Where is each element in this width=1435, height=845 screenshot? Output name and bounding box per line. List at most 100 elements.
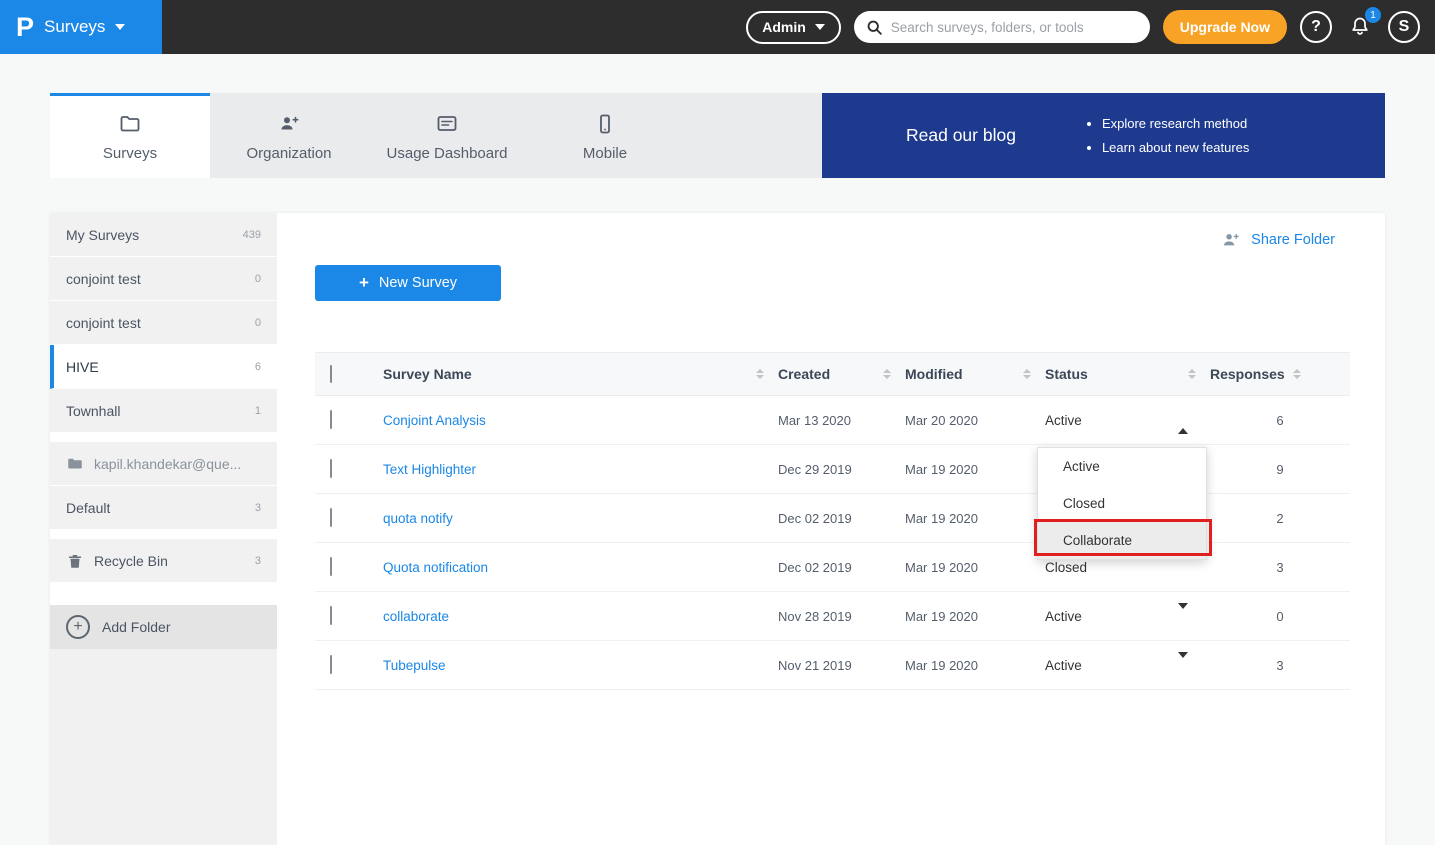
- chevron-down-icon: [815, 24, 825, 30]
- share-folder-button[interactable]: Share Folder: [1219, 229, 1335, 251]
- row-checkbox[interactable]: [330, 508, 332, 527]
- tab-label: Surveys: [103, 145, 157, 162]
- status-dropdown-toggle[interactable]: [1174, 605, 1192, 628]
- survey-name-link[interactable]: quota notify: [383, 511, 778, 526]
- help-button[interactable]: ?: [1300, 11, 1332, 43]
- new-survey-label: New Survey: [379, 275, 457, 291]
- add-folder-button[interactable]: + Add Folder: [50, 605, 277, 649]
- plus-circle-icon: +: [66, 615, 90, 639]
- survey-name-link[interactable]: Conjoint Analysis: [383, 413, 778, 428]
- status-dropdown-toggle[interactable]: [1174, 654, 1192, 677]
- sidebar-item-shared-folder[interactable]: kapil.khandekar@que...: [50, 442, 277, 486]
- sidebar-item-townhall[interactable]: Townhall 1: [50, 389, 277, 433]
- avatar-letter: S: [1399, 18, 1410, 36]
- row-checkbox[interactable]: [330, 459, 332, 478]
- header-status[interactable]: Status: [1045, 366, 1210, 382]
- row-checkbox[interactable]: [330, 655, 332, 674]
- row-checkbox[interactable]: [330, 557, 332, 576]
- created-date: Dec 02 2019: [778, 511, 905, 526]
- survey-list-panel: Share Folder + New Survey Survey Name Cr…: [277, 213, 1385, 845]
- sidebar-item-default[interactable]: Default 3: [50, 486, 277, 530]
- header-created[interactable]: Created: [778, 366, 905, 382]
- row-checkbox[interactable]: [330, 606, 332, 625]
- notification-badge: 1: [1365, 7, 1381, 23]
- header-label: Survey Name: [383, 366, 472, 382]
- notifications-button[interactable]: 1: [1345, 12, 1375, 42]
- sidebar-item-my-surveys[interactable]: My Surveys 439: [50, 213, 277, 257]
- status-option-closed[interactable]: Closed: [1038, 485, 1206, 522]
- tab-label: Usage Dashboard: [387, 145, 508, 162]
- share-folder-label: Share Folder: [1251, 232, 1335, 248]
- trash-icon: [66, 552, 84, 570]
- survey-name-link[interactable]: collaborate: [383, 609, 778, 624]
- header-survey-name[interactable]: Survey Name: [383, 366, 778, 382]
- surveys-table: Survey Name Created Modified Status Resp…: [315, 352, 1350, 690]
- banner-title: Read our blog: [906, 125, 1016, 146]
- folder-count: 6: [255, 361, 261, 373]
- folder-label: conjoint test: [66, 315, 141, 331]
- people-add-icon: [277, 112, 301, 136]
- table-row: Conjoint Analysis Mar 13 2020 Mar 20 202…: [315, 396, 1350, 445]
- sidebar-divider: [50, 583, 277, 605]
- sidebar-item-hive[interactable]: HIVE 6: [50, 345, 277, 389]
- status-value: Active: [1045, 658, 1082, 673]
- app-switcher[interactable]: P Surveys: [0, 0, 162, 54]
- status-value: Active: [1045, 413, 1082, 428]
- status-dropdown-menu: Active Closed Collaborate: [1037, 447, 1207, 560]
- header-responses[interactable]: Responses: [1210, 366, 1350, 382]
- sidebar-divider: [50, 433, 277, 442]
- responses-count: 9: [1210, 462, 1350, 477]
- blog-banner[interactable]: Read our blog Explore research method Le…: [822, 93, 1385, 178]
- responses-count: 6: [1210, 413, 1350, 428]
- status-option-collaborate[interactable]: Collaborate: [1038, 522, 1206, 559]
- sidebar-filler: [50, 649, 277, 845]
- row-checkbox[interactable]: [330, 410, 332, 429]
- add-folder-label: Add Folder: [102, 619, 170, 635]
- tab-label: Organization: [246, 145, 331, 162]
- search-input[interactable]: [891, 20, 1138, 35]
- tabs: Surveys Organization Usage Dashboard Mob…: [50, 93, 822, 178]
- status-value: Active: [1045, 609, 1082, 624]
- sort-icon: [1023, 369, 1031, 379]
- folder-count: 3: [255, 555, 261, 567]
- folder-count: 439: [243, 229, 261, 241]
- survey-name-link[interactable]: Text Highlighter: [383, 462, 778, 477]
- tab-surveys[interactable]: Surveys: [50, 93, 210, 178]
- upgrade-button[interactable]: Upgrade Now: [1163, 10, 1287, 44]
- user-avatar[interactable]: S: [1388, 11, 1420, 43]
- new-survey-button[interactable]: + New Survey: [315, 265, 501, 301]
- status-option-active[interactable]: Active: [1038, 448, 1206, 485]
- sidebar-item-recycle-bin[interactable]: Recycle Bin 3: [50, 539, 277, 583]
- header-label: Status: [1045, 366, 1088, 382]
- folder-label: HIVE: [66, 359, 99, 375]
- status-dropdown-toggle[interactable]: [1174, 409, 1192, 432]
- chevron-down-icon: [1178, 652, 1188, 673]
- folder-label: Default: [66, 500, 110, 516]
- folder-count: 1: [255, 405, 261, 417]
- tab-mobile[interactable]: Mobile: [526, 93, 684, 178]
- topbar: P Surveys Admin Upgrade Now ? 1 S: [0, 0, 1435, 54]
- tab-usage-dashboard[interactable]: Usage Dashboard: [368, 93, 526, 178]
- created-date: Mar 13 2020: [778, 413, 905, 428]
- survey-name-link[interactable]: Tubepulse: [383, 658, 778, 673]
- folder-label: Townhall: [66, 403, 120, 419]
- survey-name-link[interactable]: Quota notification: [383, 560, 778, 575]
- tab-organization[interactable]: Organization: [210, 93, 368, 178]
- folder-label: conjoint test: [66, 271, 141, 287]
- modified-date: Mar 19 2020: [905, 462, 1045, 477]
- responses-count: 3: [1210, 658, 1350, 673]
- sort-icon: [1188, 369, 1196, 379]
- modified-date: Mar 19 2020: [905, 609, 1045, 624]
- header-modified[interactable]: Modified: [905, 366, 1045, 382]
- folder-label: My Surveys: [66, 227, 139, 243]
- select-all-checkbox[interactable]: [330, 365, 332, 383]
- sidebar-item-conjoint-test-1[interactable]: conjoint test 0: [50, 257, 277, 301]
- folder-label: Recycle Bin: [94, 553, 168, 569]
- sidebar-item-conjoint-test-2[interactable]: conjoint test 0: [50, 301, 277, 345]
- responses-count: 2: [1210, 511, 1350, 526]
- created-date: Nov 21 2019: [778, 658, 905, 673]
- table-row: Tubepulse Nov 21 2019 Mar 19 2020 Active…: [315, 641, 1350, 690]
- chevron-up-icon: [1178, 413, 1188, 434]
- admin-menu-button[interactable]: Admin: [746, 11, 841, 44]
- created-date: Nov 28 2019: [778, 609, 905, 624]
